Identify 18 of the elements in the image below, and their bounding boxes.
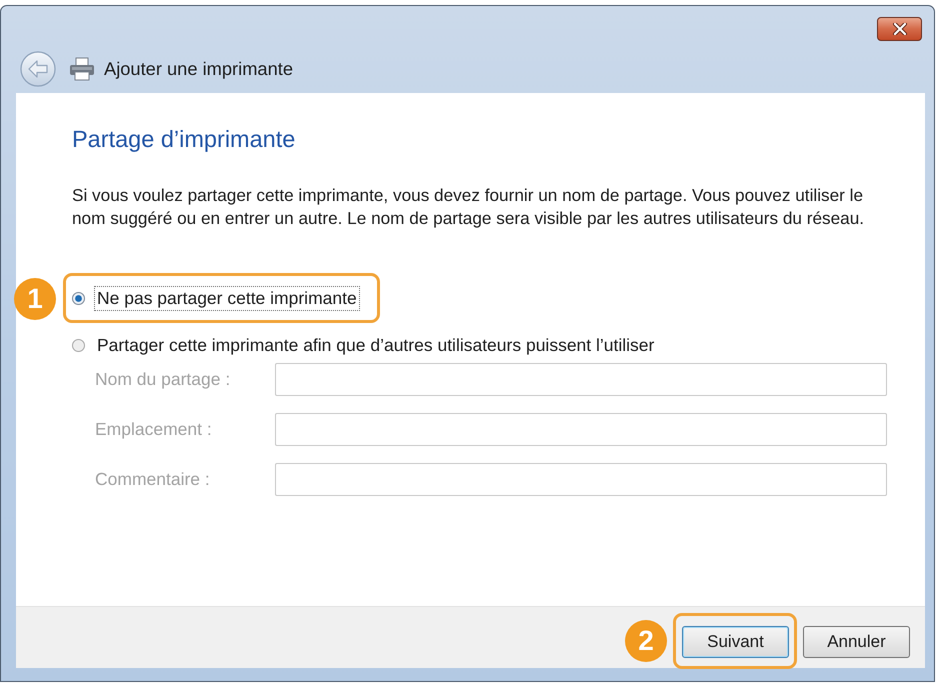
option-label[interactable]: Partager cette imprimante afin que d’autres utilisateurs puissent l’utiliser (94, 332, 658, 358)
field-label: Emplacement : (95, 419, 213, 440)
step-badge: 1 (14, 278, 56, 320)
dialog-button[interactable]: Suivant (682, 626, 789, 658)
page-heading: Partage d’imprimante (72, 126, 296, 152)
window-title: Ajouter une imprimante (104, 58, 293, 80)
option-label[interactable]: Ne pas partager cette imprimante (94, 286, 360, 310)
field-label: Nom du partage : (95, 369, 232, 390)
close-button[interactable] (877, 17, 922, 41)
radio-icon[interactable] (72, 338, 85, 352)
printer-icon (69, 56, 95, 80)
back-icon[interactable] (20, 50, 56, 86)
step-badge: 2 (625, 620, 667, 662)
field-label: Commentaire : (95, 469, 211, 490)
radio-icon[interactable] (72, 292, 85, 304)
description-text: Si vous voulez partager cette imprimante, vous devez fournir un nom de partage. Vous pouvez utiliser le nom suggéré ou en entrer un autre. Le nom de partage sera visible par les autres utilisateurs du réseau. (72, 184, 866, 230)
close-icon (892, 23, 906, 35)
dialog-button[interactable]: Annuler (803, 626, 910, 658)
